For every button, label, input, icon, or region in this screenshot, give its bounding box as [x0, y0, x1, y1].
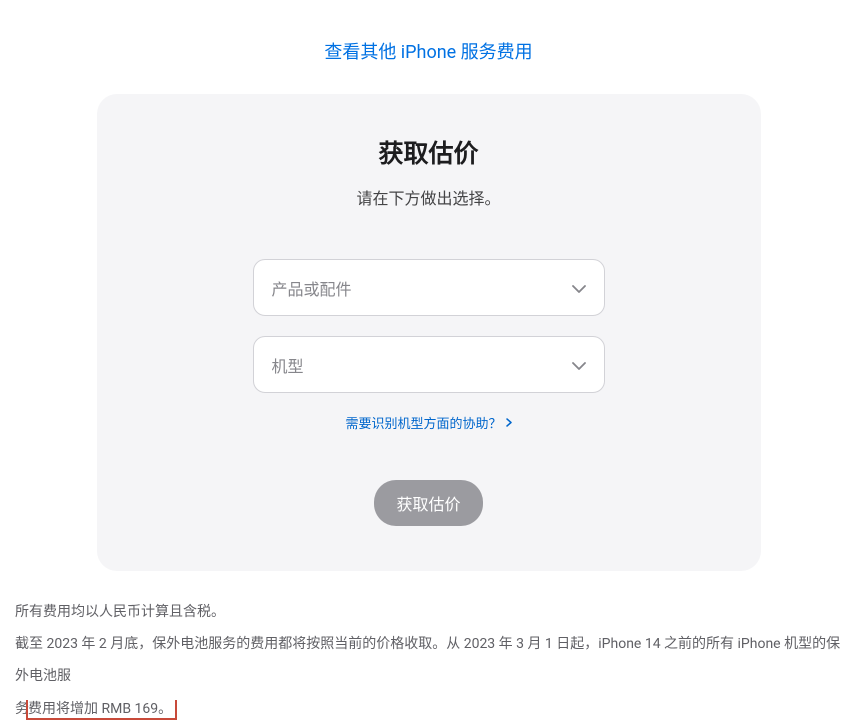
footer-line2: 截至 2023 年 2 月底，保外电池服务的费用都将按照当前的价格收取。从 20…	[15, 628, 842, 725]
chevron-down-icon	[572, 278, 586, 297]
model-select-wrapper: 机型	[253, 336, 605, 393]
card-title: 获取估价	[127, 134, 731, 170]
get-estimate-button[interactable]: 获取估价	[374, 480, 482, 526]
chevron-right-icon	[506, 416, 512, 430]
product-select-placeholder: 产品或配件	[272, 276, 352, 300]
identify-model-help-link[interactable]: 需要识别机型方面的协助？	[345, 413, 511, 432]
top-link-container: 查看其他 iPhone 服务费用	[10, 0, 847, 94]
other-services-link[interactable]: 查看其他 iPhone 服务费用	[324, 42, 532, 63]
help-link-label: 需要识别机型方面的协助？	[345, 413, 501, 432]
chevron-down-icon	[572, 355, 586, 374]
footer-line2-part1: 截至 2023 年 2 月底，保外电池服务的费用都将按照当前的价格收取。从 20…	[15, 636, 840, 684]
card-subtitle: 请在下方做出选择。	[127, 185, 731, 209]
footer-text: 所有费用均以人民币计算且含税。 截至 2023 年 2 月底，保外电池服务的费用…	[10, 596, 847, 725]
footer-line1: 所有费用均以人民币计算且含税。	[15, 596, 842, 628]
model-select-placeholder: 机型	[272, 353, 304, 377]
help-link-container: 需要识别机型方面的协助？	[127, 413, 731, 432]
product-select-wrapper: 产品或配件	[253, 259, 605, 316]
model-select[interactable]: 机型	[253, 336, 605, 393]
product-select[interactable]: 产品或配件	[253, 259, 605, 316]
estimate-card: 获取估价 请在下方做出选择。 产品或配件 机型	[97, 94, 761, 571]
price-increase-highlight: 费用将增加 RMB 169。	[26, 700, 177, 720]
